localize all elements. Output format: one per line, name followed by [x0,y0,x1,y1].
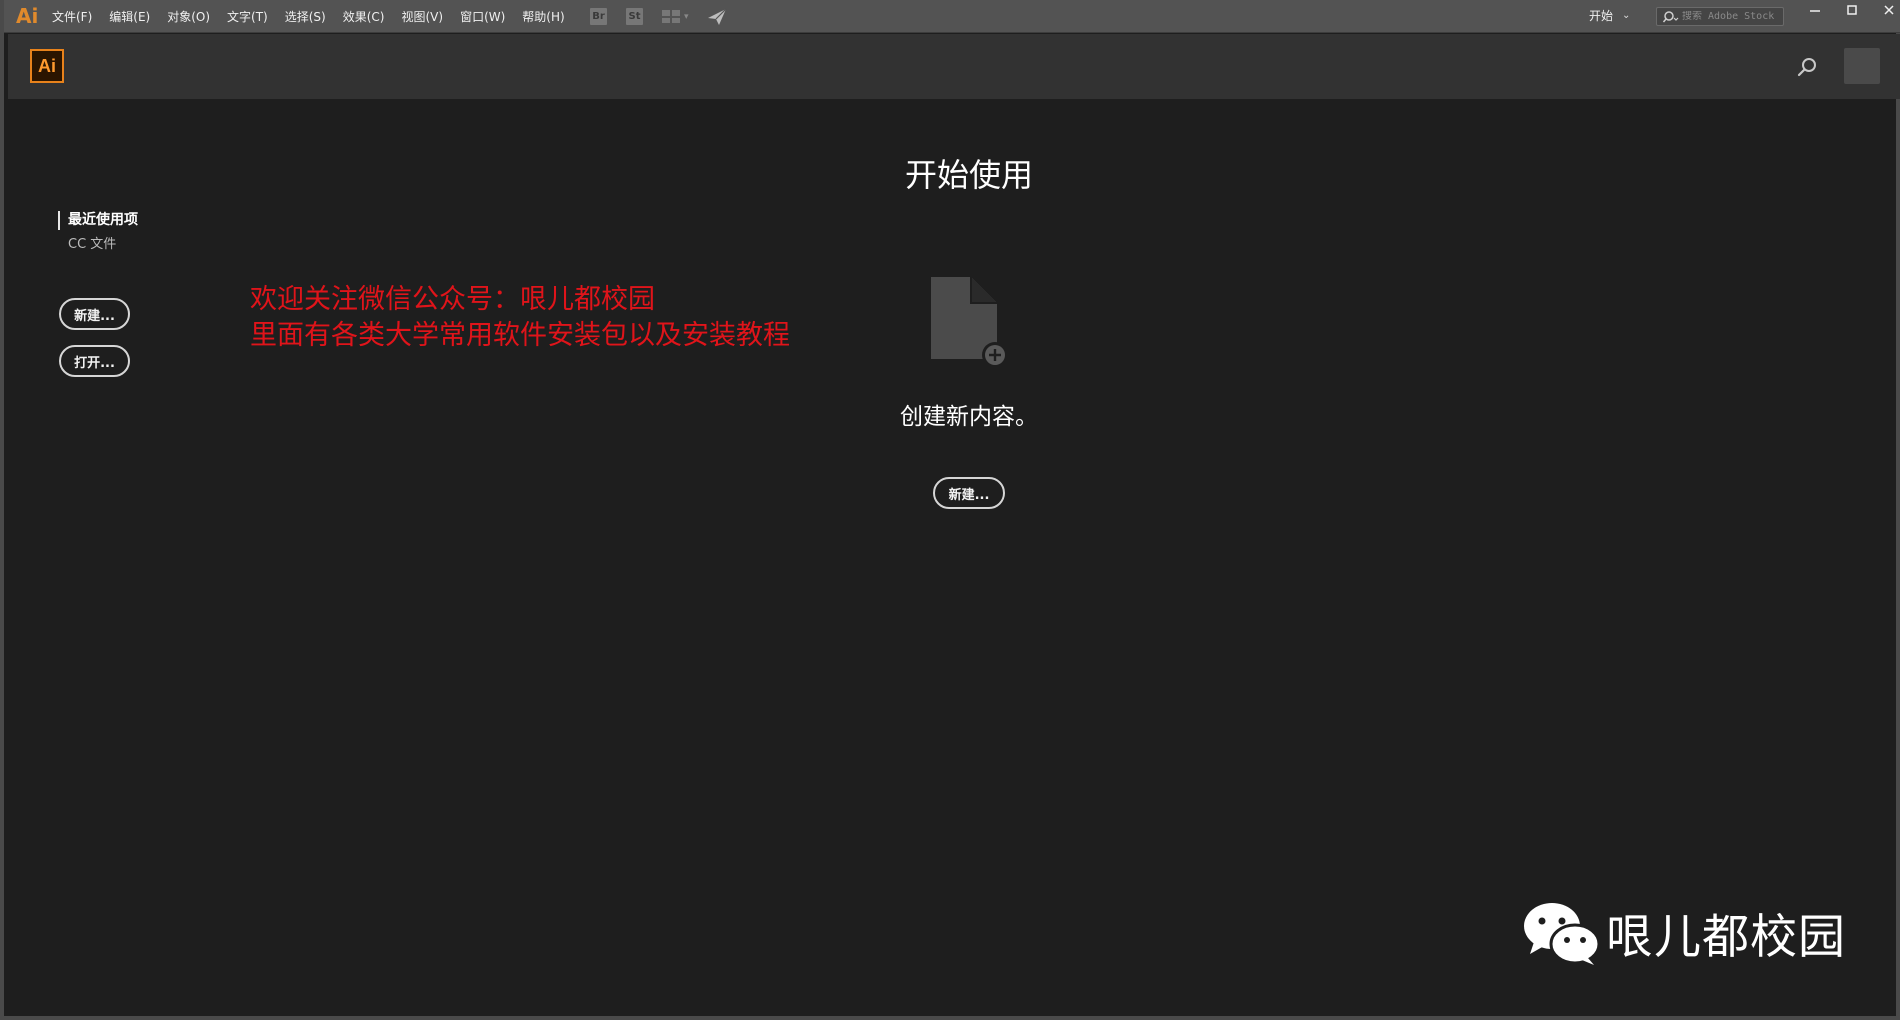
wechat-account-name: 哏儿都校园 [1606,910,1846,965]
notice-line: 欢迎关注微信公众号：哏儿都校园 [250,284,655,315]
search-icon[interactable] [1795,55,1819,79]
new-document-icon [931,277,1008,368]
wechat-icon [1524,902,1600,965]
wechat-notice: 欢迎关注微信公众号：哏儿都校园 里面有各类大学常用软件安装包以及安装教程 [250,282,790,354]
create-new-text: 创建新内容。 [900,404,1038,430]
menu-select[interactable]: 选择(S) [285,8,326,25]
menu-bar: Ai 文件(F) 编辑(E) 对象(O) 文字(T) 选择(S) 效果(C) 视… [4,0,1900,33]
menu-window[interactable]: 窗口(W) [460,8,505,25]
menu-object[interactable]: 对象(O) [167,8,210,25]
stock-search-input[interactable] [1682,11,1780,22]
illustrator-logo: Ai [30,49,64,83]
maximize-icon[interactable] [1833,0,1870,20]
chevron-down-icon[interactable]: ▾ [684,12,689,22]
close-icon[interactable] [1870,0,1900,20]
minimize-icon[interactable] [1796,0,1833,20]
bridge-icon[interactable]: Br [590,8,607,25]
arrange-documents-icon[interactable] [662,10,680,23]
new-button[interactable]: 新建... [59,298,130,330]
menu-type[interactable]: 文字(T) [227,8,268,25]
app-icon: Ai [16,4,39,28]
menu-help[interactable]: 帮助(H) [522,8,564,25]
publish-rocket-icon[interactable] [706,7,728,26]
wechat-badge: 哏儿都校园 [1522,898,1846,967]
open-button[interactable]: 打开... [59,345,130,377]
home-header: Ai [8,34,1900,99]
menu-edit[interactable]: 编辑(E) [109,8,150,25]
menu-file[interactable]: 文件(F) [52,8,92,25]
avatar[interactable] [1844,48,1880,84]
notice-line: 里面有各类大学常用软件安装包以及安装教程 [250,320,790,351]
main-menu: 文件(F) 编辑(E) 对象(O) 文字(T) 选择(S) 效果(C) 视图(V… [52,0,582,33]
stock-icon[interactable]: St [626,8,643,25]
stock-search [1656,7,1784,26]
page-title: 开始使用 [904,156,1033,194]
workspace-label: 开始 [1589,9,1614,23]
window-controls [1796,0,1900,20]
menu-effect[interactable]: 效果(C) [343,8,385,25]
workspace-switcher[interactable]: 开始 ⌄ [1589,7,1630,24]
sidebar-item-recent[interactable]: 最近使用项 [58,210,138,235]
chevron-down-icon: ⌄ [1622,10,1631,21]
home-sidebar: 最近使用项 CC 文件 [58,210,138,260]
search-icon [1663,10,1679,22]
menubar-toolbar: Br St ▾ [590,7,728,26]
create-new-button[interactable]: 新建... [933,477,1005,509]
app-window: Ai 文件(F) 编辑(E) 对象(O) 文字(T) 选择(S) 效果(C) 视… [0,0,1900,1020]
sidebar-item-cc-files[interactable]: CC 文件 [58,235,138,260]
menu-view[interactable]: 视图(V) [401,8,443,25]
